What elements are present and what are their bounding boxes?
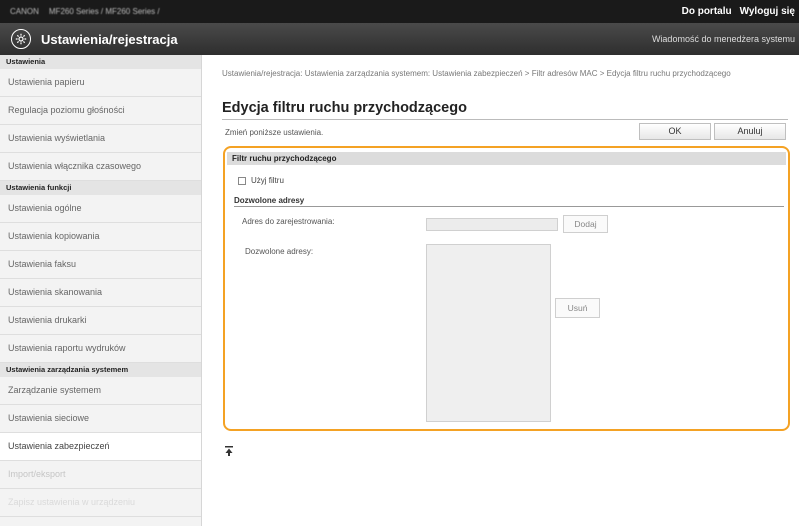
sidebar-item-general-settings[interactable]: Ustawienia ogólne (0, 195, 201, 223)
sidebar-item-save-settings[interactable]: Zapisz ustawienia w urządzeniu (0, 489, 201, 517)
sidebar-item-import-export[interactable]: Import/eksport (0, 461, 201, 489)
use-filter-option[interactable]: Użyj filtru (238, 176, 284, 185)
sidebar-item-scan-settings[interactable]: Ustawienia skanowania (0, 279, 201, 307)
sidebar-item-fax-settings[interactable]: Ustawienia faksu (0, 251, 201, 279)
brand-name: CANON (10, 7, 39, 16)
sidebar-heading-system-management: Ustawienia zarządzania systemem (0, 363, 201, 377)
sidebar-item-printer-settings[interactable]: Ustawienia drukarki (0, 307, 201, 335)
sidebar-item-network-settings[interactable]: Ustawienia sieciowe (0, 405, 201, 433)
title-divider (222, 119, 788, 120)
allowed-addresses-label: Dozwolone adresy: (245, 247, 314, 256)
main-content: Ustawienia/rejestracja: Ustawienia zarzą… (202, 55, 799, 526)
device-name: MF260 Series / MF260 Series / (48, 7, 160, 16)
to-top-icon[interactable] (225, 443, 233, 456)
sidebar-item-volume-settings[interactable]: Regulacja poziomu głośności (0, 97, 201, 125)
sidebar-item-copy-settings[interactable]: Ustawienia kopiowania (0, 223, 201, 251)
device-info: CANON MF260 Series / MF260 Series / (0, 7, 160, 16)
top-bar: CANON MF260 Series / MF260 Series / Do p… (0, 0, 799, 23)
portal-link[interactable]: Do portalu (682, 6, 732, 17)
register-address-input[interactable] (426, 218, 558, 231)
logout-link[interactable]: Wyloguj się (740, 6, 795, 17)
sidebar-item-report-settings[interactable]: Ustawienia raportu wydruków (0, 335, 201, 363)
use-filter-label: Użyj filtru (251, 176, 284, 185)
allowed-addresses-list[interactable] (426, 244, 551, 422)
sidebar-item-security-settings[interactable]: Ustawienia zabezpieczeń (0, 433, 201, 461)
header-title: Ustawienia/rejestracja (41, 31, 178, 47)
sidebar-heading-function-settings: Ustawienia funkcji (0, 181, 201, 195)
sidebar-item-display-settings[interactable]: Ustawienia wyświetlania (0, 125, 201, 153)
sidebar: Ustawienia Ustawienia papieru Regulacja … (0, 55, 202, 526)
sidebar-item-system-management[interactable]: Zarządzanie systemem (0, 377, 201, 405)
page-header: Ustawienia/rejestracja Wiadomość do mene… (0, 23, 799, 55)
allowed-addresses-heading: Dozwolone adresy (234, 195, 784, 207)
settings-logo-icon (11, 29, 31, 49)
add-button[interactable]: Dodaj (563, 215, 608, 233)
section-header-incoming-filter: Filtr ruchu przychodzącego (227, 152, 786, 165)
use-filter-checkbox[interactable] (238, 176, 246, 185)
sidebar-item-timer-settings[interactable]: Ustawienia włącznika czasowego (0, 153, 201, 181)
instruction-text: Zmień poniższe ustawienia. (225, 128, 324, 137)
sidebar-heading-settings: Ustawienia (0, 55, 201, 69)
message-to-manager-link[interactable]: Wiadomość do menedżera systemu (652, 34, 795, 44)
register-address-label: Adres do zarejestrowania: (242, 217, 335, 226)
page-title: Edycja filtru ruchu przychodzącego (222, 100, 467, 116)
ok-button[interactable]: OK (639, 123, 711, 140)
remove-button[interactable]: Usuń (555, 298, 600, 318)
breadcrumb: Ustawienia/rejestracja: Ustawienia zarzą… (222, 69, 731, 78)
sidebar-item-paper-settings[interactable]: Ustawienia papieru (0, 69, 201, 97)
cancel-button[interactable]: Anuluj (714, 123, 786, 140)
